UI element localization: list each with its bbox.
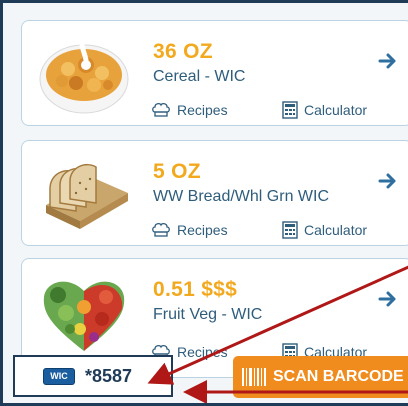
product-name: WW Bread/Whl Grn WIC — [153, 188, 330, 205]
calculator-link[interactable]: Calculator — [282, 100, 367, 120]
wic-badge: WIC — [50, 371, 68, 381]
product-size: 36 OZ — [153, 40, 213, 63]
fruit-veg-image — [43, 281, 125, 351]
product-size: 5 OZ — [153, 160, 201, 183]
recipes-link[interactable]: Recipes — [151, 100, 228, 120]
product-card-cereal[interactable]: 36 OZ Cereal - WIC Recipes Calculator — [21, 20, 408, 126]
bread-image — [46, 163, 128, 229]
recipes-label: Recipes — [177, 344, 228, 360]
arrow-right-icon[interactable] — [378, 289, 398, 309]
product-name: Fruit Veg - WIC — [153, 306, 263, 323]
calculator-link[interactable]: Calculator — [282, 220, 367, 240]
wic-card-number: *8587 — [85, 365, 133, 386]
barcode-icon — [242, 368, 266, 386]
product-card-bread[interactable]: 5 OZ WW Bread/Whl Grn WIC Recipes Calcul… — [21, 140, 408, 246]
card-actions: Recipes Calculator — [151, 100, 391, 120]
product-size: 0.51 $$$ — [153, 278, 238, 301]
recipes-label: Recipes — [177, 102, 228, 118]
wic-card-indicator[interactable]: WIC *8587 — [13, 355, 173, 397]
card-icon: WIC — [43, 367, 75, 385]
calculator-label: Calculator — [304, 222, 368, 238]
arrow-right-icon[interactable] — [378, 171, 398, 191]
calculator-label: Calculator — [304, 102, 368, 118]
card-actions: Recipes Calculator — [151, 220, 391, 240]
scan-barcode-button[interactable]: SCAN BARCODE — [233, 356, 408, 398]
calculator-icon — [282, 101, 298, 119]
recipes-link[interactable]: Recipes — [151, 220, 228, 240]
scan-barcode-label: SCAN BARCODE — [273, 368, 404, 385]
arrow-right-icon[interactable] — [378, 51, 398, 71]
cereal-image — [39, 36, 129, 114]
recipes-label: Recipes — [177, 222, 228, 238]
calculator-icon — [282, 221, 298, 239]
chef-hat-icon — [152, 223, 170, 237]
chef-hat-icon — [152, 103, 170, 117]
product-name: Cereal - WIC — [153, 68, 246, 85]
app-screen: 36 OZ Cereal - WIC Recipes Calculator 5 … — [0, 0, 408, 406]
